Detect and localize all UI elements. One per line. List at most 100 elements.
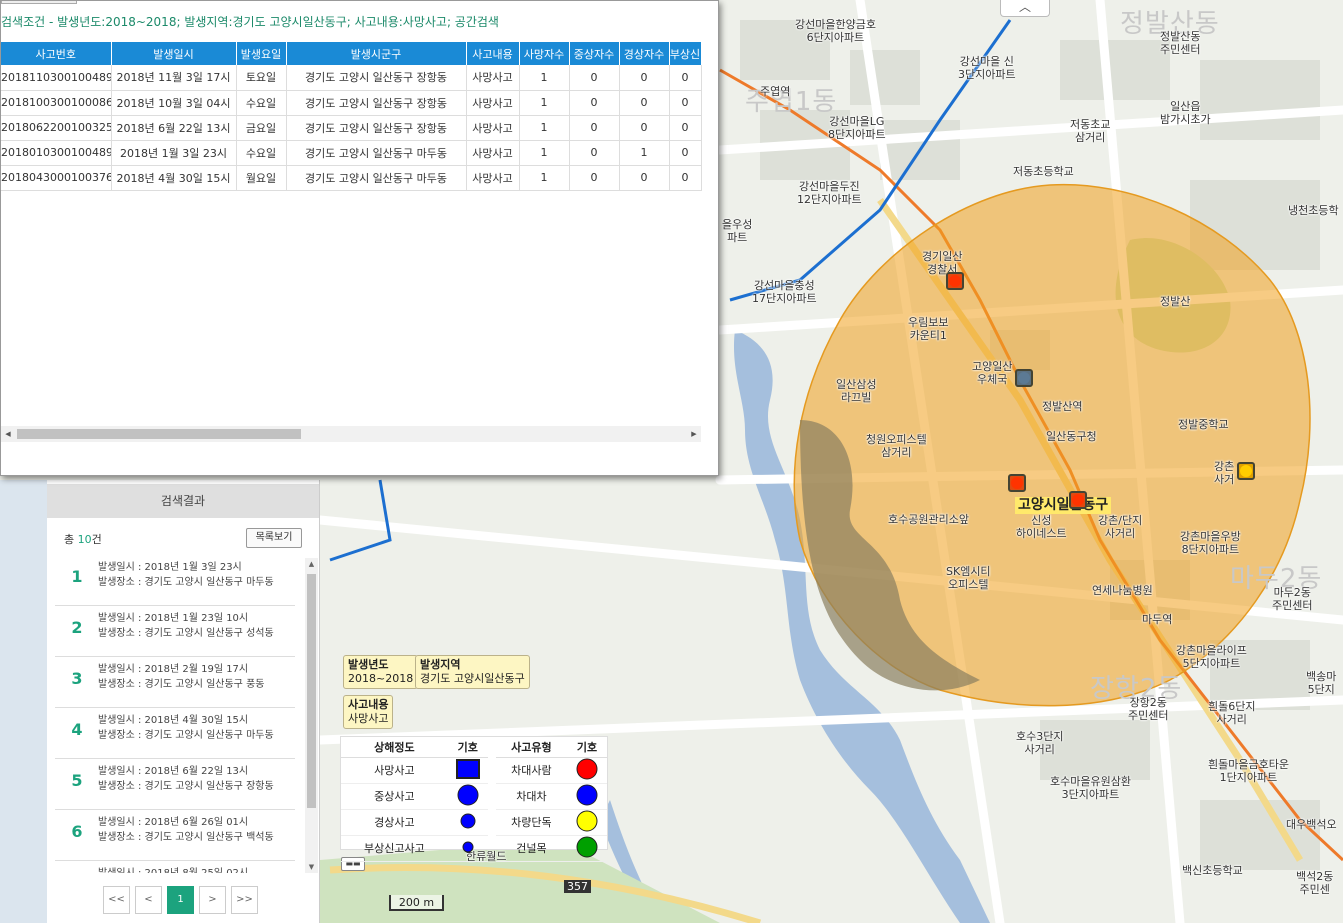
table-cell: 0 <box>569 165 620 191</box>
results-scrollbar[interactable]: ▲ ▼ <box>305 558 318 873</box>
results-list: 1 발생일시 : 2018년 1월 3일 23시 발생장소 : 경기도 고양시 … <box>55 555 305 873</box>
page-first-button[interactable]: << <box>103 886 130 914</box>
scrollbar-thumb[interactable] <box>17 429 301 439</box>
map-label-dong-bg: 주엽1동 <box>745 87 838 117</box>
table-cell: 사망사고 <box>466 115 520 141</box>
accident-marker[interactable] <box>1237 462 1255 480</box>
table-cell: 0 <box>669 90 702 116</box>
legend-severity-label: 사망사고 <box>341 757 448 784</box>
filter-tag-value: 2018~2018 <box>348 672 414 685</box>
column-header[interactable]: 발생시군구 <box>286 42 467 65</box>
column-header[interactable]: 경상자수 <box>619 42 670 65</box>
legend-symbol-reported <box>447 835 488 862</box>
table-cell: 토요일 <box>236 65 287 91</box>
table-cell: 2018년 6월 22일 13시 <box>111 115 237 141</box>
table-cell: 경기도 고양시 일산동구 장항동 <box>286 65 467 91</box>
result-time: 발생일시 : 2018년 1월 3일 23시 <box>98 562 242 573</box>
scroll-right-icon[interactable]: ▶ <box>687 426 701 442</box>
scroll-up-icon[interactable]: ▲ <box>305 558 318 570</box>
scroll-down-icon[interactable]: ▼ <box>305 861 318 873</box>
results-total: 총 10건 <box>64 531 102 547</box>
accident-marker[interactable] <box>946 272 964 290</box>
table-cell: 0 <box>669 65 702 91</box>
page-last-button[interactable]: >> <box>231 886 258 914</box>
list-item[interactable]: 7 발생일시 : 2018년 8월 25일 02시 <box>55 861 295 873</box>
table-cell: 2018100300100086 <box>1 90 112 116</box>
search-condition-text: 검색조건 - 발생년도:2018~2018; 발생지역:경기도 고양시일산동구;… <box>1 15 499 29</box>
list-view-button[interactable]: 목록보기 <box>246 528 302 548</box>
result-time: 발생일시 : 2018년 2월 19일 17시 <box>98 664 249 675</box>
legend-symbol-serious <box>447 783 488 810</box>
legend-symbol-crossing <box>567 835 607 862</box>
result-number: 3 <box>71 669 83 688</box>
table-cell: 경기도 고양시 일산동구 마두동 <box>286 140 467 166</box>
table-horizontal-scrollbar[interactable]: ◀ ▶ <box>1 426 701 442</box>
column-header[interactable]: 발생일시 <box>111 42 237 65</box>
list-item[interactable]: 6 발생일시 : 2018년 6월 26일 01시 발생장소 : 경기도 고양시… <box>55 810 295 861</box>
legend-severity-header: 상해정도 <box>341 737 448 758</box>
result-time: 발생일시 : 2018년 8월 25일 02시 <box>98 864 248 873</box>
table-cell: 2018년 4월 30일 15시 <box>111 165 237 191</box>
table-cell: 사망사고 <box>466 90 520 116</box>
list-item[interactable]: 4 발생일시 : 2018년 4월 30일 15시 발생장소 : 경기도 고양시… <box>55 708 295 759</box>
accident-marker[interactable] <box>1008 474 1026 492</box>
search-result-popup: 검색조건 - 발생년도:2018~2018; 발생지역:경기도 고양시일산동구;… <box>0 0 719 476</box>
list-item[interactable]: 3 발생일시 : 2018년 2월 19일 17시 발생장소 : 경기도 고양시… <box>55 657 295 708</box>
page-prev-button[interactable]: < <box>135 886 162 914</box>
column-header[interactable]: 사망자수 <box>519 42 570 65</box>
map-label-poi: 호수3단지 사거리 <box>1016 730 1064 756</box>
map-label-poi: 흰돌6단지 사거리 <box>1208 700 1256 726</box>
map-legend: 상해정도 기호 사고유형 기호 사망사고 차대사람 중상사고 차대차 경상사고 … <box>340 736 608 862</box>
column-header[interactable]: 중상자수 <box>569 42 620 65</box>
table-cell: 월요일 <box>236 165 287 191</box>
accident-marker[interactable] <box>1015 369 1033 387</box>
scrollbar-thumb[interactable] <box>307 574 316 808</box>
map-label-poi: 백석2동 주민센 <box>1296 870 1334 896</box>
result-number: 6 <box>71 822 83 841</box>
sidebar-background <box>0 480 47 923</box>
result-place: 발생장소 : 경기도 고양시 일산동구 백석동 <box>98 832 274 843</box>
table-cell: 1 <box>519 115 570 141</box>
table-cell: 2018110300100489 <box>1 65 112 91</box>
table-cell: 2018년 1월 3일 23시 <box>111 140 237 166</box>
table-cell: 1 <box>619 140 670 166</box>
legend-severity-label: 부상신고사고 <box>341 835 448 862</box>
table-row[interactable]: 2018110300100489 2018년 11월 3일 17시 토요일 경기도 … <box>1 65 702 91</box>
page-current-button[interactable]: 1 <box>167 886 194 914</box>
result-number: 5 <box>71 771 83 790</box>
filter-tag-type: 사고내용 사망사고 <box>343 695 394 729</box>
legend-symbol-header: 기호 <box>567 737 607 758</box>
map-label-poi: 일산읍 밤가시초가 <box>1160 100 1211 126</box>
accident-marker[interactable] <box>1069 491 1087 509</box>
map-label-poi: 정발산동 주민센터 <box>1160 30 1201 56</box>
map-label-poi: 강선마을한양금호 6단지아파트 <box>795 18 876 44</box>
table-cell: 2018062200100325 <box>1 115 112 141</box>
map-label-poi: 강선마을 신 3단지아파트 <box>958 55 1016 81</box>
result-place: 발생장소 : 경기도 고양시 일산동구 성석동 <box>98 628 274 639</box>
list-item[interactable]: 1 발생일시 : 2018년 1월 3일 23시 발생장소 : 경기도 고양시 … <box>55 555 295 606</box>
column-header[interactable]: 부상신 <box>669 42 702 65</box>
table-row[interactable]: 2018010300100489 2018년 1월 3일 23시 수요일 경기도 고… <box>1 140 702 166</box>
map-label-poi: 대우백석오 <box>1286 818 1337 831</box>
column-header[interactable]: 발생요일 <box>236 42 287 65</box>
column-header[interactable]: 사고번호 <box>1 42 112 65</box>
list-item[interactable]: 2 발생일시 : 2018년 1월 23일 10시 발생장소 : 경기도 고양시… <box>55 606 295 657</box>
page-next-button[interactable]: > <box>199 886 226 914</box>
map-label-mountain: 정발산 <box>1160 295 1191 308</box>
scroll-left-icon[interactable]: ◀ <box>1 426 15 442</box>
filter-tag-value: 사망사고 <box>348 712 389 725</box>
filter-tag-year: 발생년도 2018~2018 <box>343 655 419 689</box>
map-label-station: 주엽역 <box>760 85 791 98</box>
route-number-badge: 357 <box>564 880 591 893</box>
result-place: 발생장소 : 경기도 고양시 일산동구 풍동 <box>98 679 265 690</box>
table-row[interactable]: 2018062200100325 2018년 6월 22일 13시 금요일 경기도 … <box>1 115 702 141</box>
map-label-poi: 일산삼성 라끄빌 <box>836 378 877 404</box>
map-label-poi: 장항2동 주민센터 <box>1128 696 1169 722</box>
map-label-poi: 백신초등학교 <box>1182 864 1243 877</box>
column-header[interactable]: 사고내용 <box>466 42 520 65</box>
table-row[interactable]: 2018100300100086 2018년 10월 3일 04시 수요일 경기도 … <box>1 90 702 116</box>
table-row[interactable]: 2018043000100376 2018년 4월 30일 15시 월요일 경기도 … <box>1 165 702 191</box>
list-item[interactable]: 5 발생일시 : 2018년 6월 22일 13시 발생장소 : 경기도 고양시… <box>55 759 295 810</box>
table-cell: 1 <box>519 165 570 191</box>
map-collapse-button[interactable]: ︿ <box>1000 0 1050 17</box>
